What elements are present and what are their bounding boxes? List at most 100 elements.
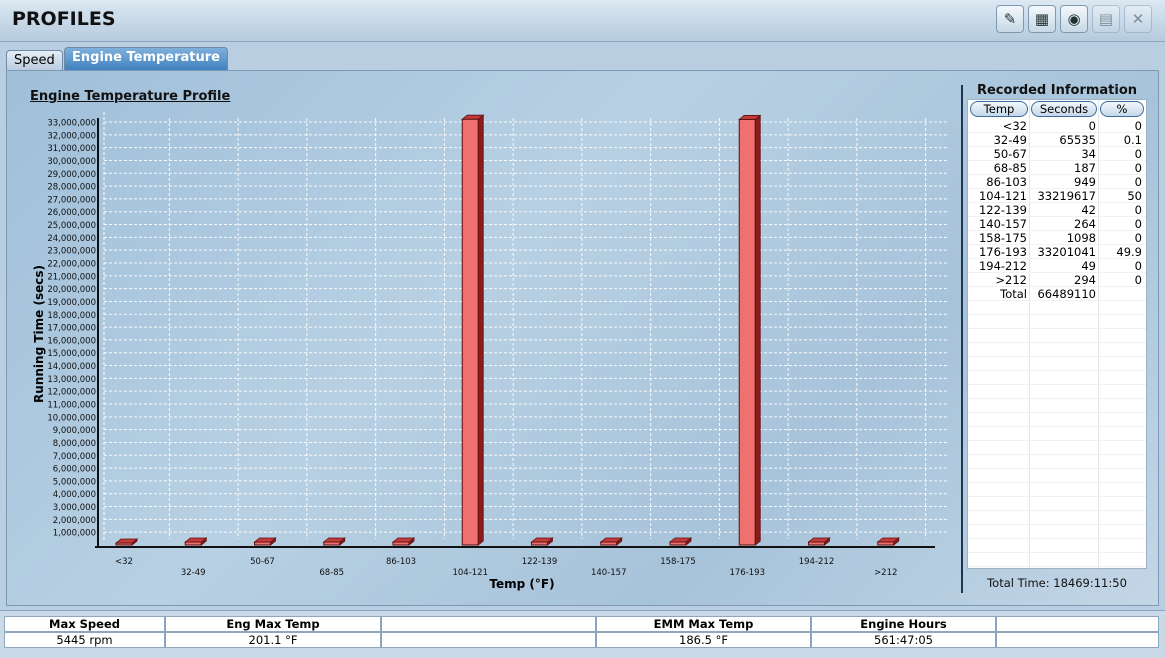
cell-seconds: 0 bbox=[1088, 119, 1096, 133]
bar-face bbox=[184, 541, 202, 546]
x-tick-label: >212 bbox=[874, 568, 897, 578]
table-row: 32-49 65535 0.1 bbox=[968, 133, 1146, 147]
stat-box: Eng Max Temp 201.1 °F bbox=[165, 616, 381, 648]
cell-temp: <32 bbox=[1002, 119, 1027, 133]
cell-seconds: 264 bbox=[1074, 217, 1096, 231]
table-row: Total 66489110 bbox=[968, 287, 1146, 301]
y-tick-label: 26,000,000 bbox=[47, 208, 96, 218]
x-tick-label: 122-139 bbox=[522, 557, 558, 567]
cell-percent: 50 bbox=[1127, 189, 1142, 203]
y-tick-label: 9,000,000 bbox=[53, 426, 96, 436]
y-tick-label: 22,000,000 bbox=[47, 260, 96, 270]
cell-temp: 68-85 bbox=[993, 161, 1027, 175]
bar bbox=[114, 538, 139, 546]
chart-axes bbox=[95, 118, 935, 548]
cell-temp: 86-103 bbox=[986, 175, 1027, 189]
stat-value: 561:47:05 bbox=[811, 632, 996, 648]
bar-face bbox=[254, 541, 271, 546]
cell-temp: >212 bbox=[995, 273, 1027, 287]
cell-seconds: 42 bbox=[1081, 203, 1096, 217]
cell-temp: 50-67 bbox=[993, 147, 1027, 161]
header-seconds[interactable]: Seconds bbox=[1031, 101, 1097, 117]
cell-percent: 0 bbox=[1134, 231, 1142, 245]
x-tick-label: 50-67 bbox=[250, 557, 275, 567]
x-tick-label: 86-103 bbox=[386, 557, 416, 567]
stat-label: Engine Hours bbox=[811, 616, 996, 632]
stat-box: Max Speed 5445 rpm bbox=[4, 616, 165, 648]
y-tick-label: 12,000,000 bbox=[47, 388, 96, 398]
cell-percent: 0.1 bbox=[1123, 133, 1142, 147]
y-tick-label: 4,000,000 bbox=[53, 490, 96, 500]
total-time: Total Time: 18469:11:50 bbox=[987, 576, 1127, 590]
cell-temp: 140-157 bbox=[978, 217, 1027, 231]
stat-label bbox=[381, 616, 596, 632]
x-tick-label: 158-175 bbox=[660, 557, 696, 567]
cell-seconds: 294 bbox=[1074, 273, 1096, 287]
panel-divider bbox=[961, 85, 963, 593]
table-row: 194-212 49 0 bbox=[968, 259, 1146, 273]
x-tick-label: 176-193 bbox=[729, 568, 765, 578]
cell-percent: 0 bbox=[1134, 161, 1142, 175]
cell-seconds: 949 bbox=[1074, 175, 1096, 189]
y-tick-label: 25,000,000 bbox=[47, 221, 96, 231]
cell-seconds: 187 bbox=[1074, 161, 1096, 175]
x-axis-label: Temp (°F) bbox=[489, 577, 554, 591]
cell-temp: 104-121 bbox=[978, 189, 1027, 203]
y-tick-label: 32,000,000 bbox=[47, 131, 96, 141]
bar-face bbox=[738, 118, 756, 546]
stat-value bbox=[381, 632, 596, 648]
table-row: <32 0 0 bbox=[968, 119, 1146, 133]
y-tick-label: 27,000,000 bbox=[47, 195, 96, 205]
x-tick-label: 32-49 bbox=[181, 568, 206, 578]
table-body: <32 0 0 32-49 65535 0.1 50-67 34 0 68-85 187 0 86-10… bbox=[968, 119, 1146, 301]
cell-percent: 0 bbox=[1134, 259, 1142, 273]
stat-value: 186.5 °F bbox=[596, 632, 811, 648]
bar-side bbox=[477, 114, 484, 546]
y-tick-label: 15,000,000 bbox=[47, 349, 96, 359]
x-tick-label: 104-121 bbox=[452, 568, 488, 578]
y-tick-label: 14,000,000 bbox=[47, 362, 96, 372]
cell-percent: 49.9 bbox=[1116, 245, 1142, 259]
stat-box: Engine Hours 561:47:05 bbox=[811, 616, 996, 648]
cell-seconds: 1098 bbox=[1066, 231, 1096, 245]
cell-temp: Total bbox=[1000, 287, 1027, 301]
cell-percent: 0 bbox=[1134, 203, 1142, 217]
cell-temp: 158-175 bbox=[978, 231, 1027, 245]
cell-temp: 122-139 bbox=[978, 203, 1027, 217]
cell-percent: 0 bbox=[1134, 119, 1142, 133]
bar-face bbox=[392, 541, 410, 546]
table-row: >212 294 0 bbox=[968, 273, 1146, 287]
table-row: 176-193 33201041 49.9 bbox=[968, 245, 1146, 259]
y-tick-label: 10,000,000 bbox=[47, 413, 96, 423]
x-tick-label: <32 bbox=[115, 557, 133, 567]
cell-percent: 0 bbox=[1134, 147, 1142, 161]
bar-face bbox=[808, 541, 825, 546]
table-row: 86-103 949 0 bbox=[968, 175, 1146, 189]
y-tick-label: 23,000,000 bbox=[47, 247, 96, 257]
y-tick-labels: 1,000,000 2,000,000 3,000,000 4,000,000 5,00… bbox=[47, 119, 96, 539]
table-row: 50-67 34 0 bbox=[968, 147, 1146, 161]
table-row: 122-139 42 0 bbox=[968, 203, 1146, 217]
bar bbox=[322, 537, 346, 546]
header-percent[interactable]: % bbox=[1100, 101, 1144, 117]
y-tick-label: 20,000,000 bbox=[47, 285, 96, 295]
cell-temp: 32-49 bbox=[993, 133, 1027, 147]
cell-seconds: 33219617 bbox=[1037, 189, 1096, 203]
y-tick-label: 6,000,000 bbox=[53, 465, 96, 475]
y-tick-label: 18,000,000 bbox=[47, 311, 96, 321]
bar-face bbox=[600, 541, 618, 546]
y-tick-label: 31,000,000 bbox=[47, 144, 96, 154]
x-tick-label: 194-212 bbox=[799, 557, 835, 567]
y-tick-label: 13,000,000 bbox=[47, 375, 96, 385]
y-tick-label: 3,000,000 bbox=[53, 503, 96, 513]
header-temp[interactable]: Temp bbox=[970, 101, 1028, 117]
chart-grid bbox=[103, 112, 995, 542]
y-tick-label: 29,000,000 bbox=[47, 170, 96, 180]
stat-label: Eng Max Temp bbox=[165, 616, 381, 632]
stat-label bbox=[996, 616, 1159, 632]
stat-value: 201.1 °F bbox=[165, 632, 381, 648]
table-row: 158-175 1098 0 bbox=[968, 231, 1146, 245]
bar-face bbox=[877, 541, 895, 546]
recorded-info-title: Recorded Information bbox=[976, 83, 1138, 98]
bar-side bbox=[754, 114, 761, 546]
